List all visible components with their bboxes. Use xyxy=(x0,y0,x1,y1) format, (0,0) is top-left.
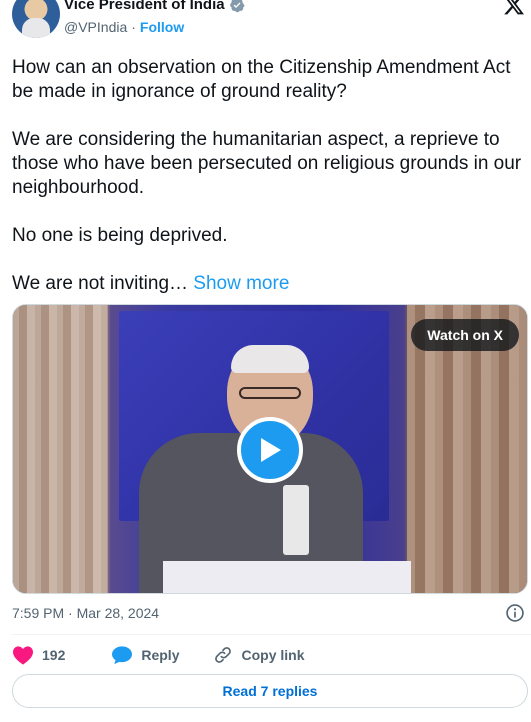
reply-label: Reply xyxy=(141,647,180,663)
divider xyxy=(12,634,531,635)
copy-link-label: Copy link xyxy=(241,647,305,663)
info-icon[interactable] xyxy=(505,603,525,623)
like-count: 192 xyxy=(42,647,66,663)
copy-link-button[interactable]: Copy link xyxy=(213,645,305,665)
play-button[interactable] xyxy=(237,417,303,483)
read-replies-button[interactable]: Read 7 replies xyxy=(12,674,528,708)
author-avatar[interactable] xyxy=(12,0,60,38)
author-name[interactable]: Vice President of India xyxy=(64,0,225,14)
post-text: How can an observation on the Citizenshi… xyxy=(12,56,522,296)
watch-on-x-button[interactable]: Watch on X xyxy=(411,319,519,351)
post-paragraph-2: We are considering the humanitarian aspe… xyxy=(12,129,527,198)
post-truncated-text: We are not inviting… xyxy=(12,273,194,294)
author-handle-row: @VPIndia · Follow xyxy=(64,18,184,36)
video-frame-microphone xyxy=(283,485,309,555)
x-logo-icon[interactable] xyxy=(503,0,525,16)
embedded-post: Vice President of India @VPIndia · Follo… xyxy=(0,0,531,722)
show-more-link[interactable]: Show more xyxy=(193,273,289,294)
post-paragraph-3: No one is being deprived. xyxy=(12,225,228,246)
video-frame-speaker-glasses xyxy=(239,387,301,399)
video-frame-podium xyxy=(163,561,411,593)
video-player[interactable]: Watch on X xyxy=(12,304,528,594)
heart-icon xyxy=(13,646,33,665)
reply-button[interactable]: Reply xyxy=(111,645,179,665)
link-icon xyxy=(215,647,232,663)
handle-separator: · xyxy=(131,19,136,35)
follow-button[interactable]: Follow xyxy=(140,18,184,36)
post-paragraph-4: We are not inviting… Show more xyxy=(12,272,522,296)
like-button[interactable]: 192 xyxy=(12,645,65,665)
author-handle[interactable]: @VPIndia xyxy=(64,18,127,36)
play-icon xyxy=(261,438,281,462)
post-timestamp[interactable]: 7:59 PM · Mar 28, 2024 xyxy=(12,604,159,622)
video-frame-speaker-hair xyxy=(231,345,309,373)
action-bar: 192 Reply Copy link xyxy=(12,644,305,666)
post-paragraph-1: How can an observation on the Citizenshi… xyxy=(12,57,516,102)
video-frame-wall-left xyxy=(13,305,108,593)
verified-badge-icon xyxy=(229,0,245,13)
author-name-row: Vice President of India xyxy=(64,0,245,14)
reply-bubble-icon xyxy=(112,646,133,665)
